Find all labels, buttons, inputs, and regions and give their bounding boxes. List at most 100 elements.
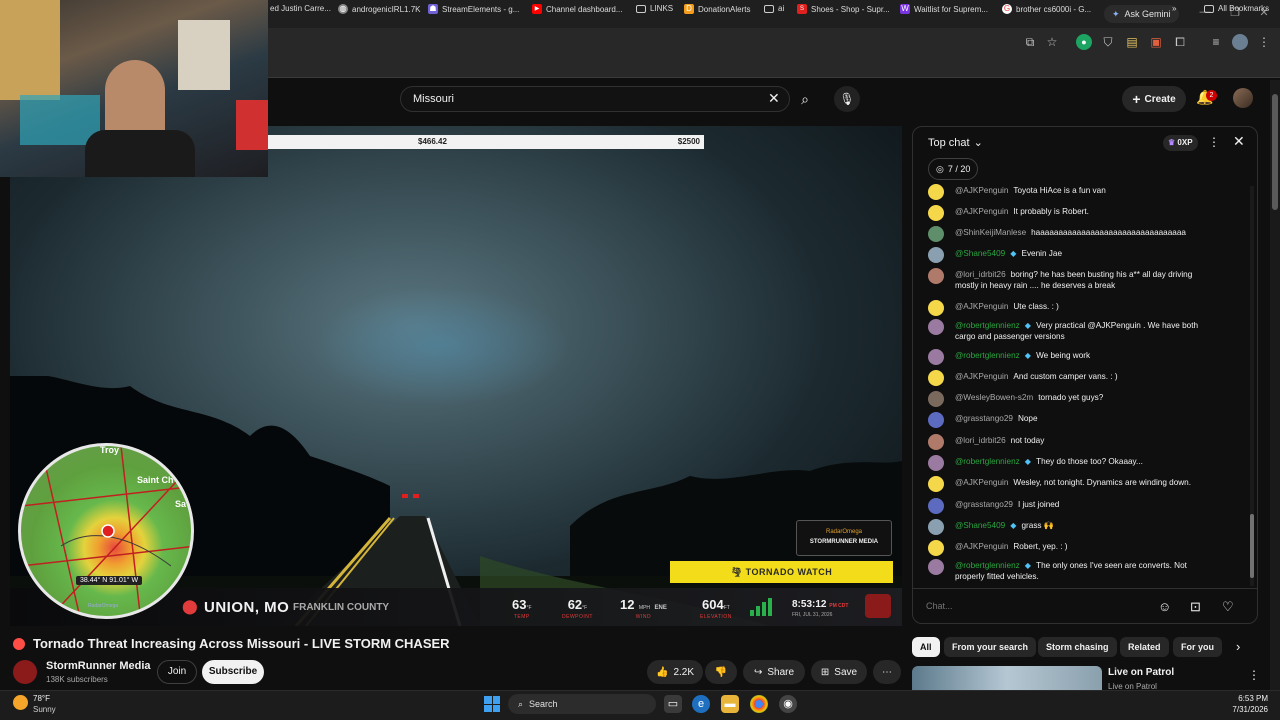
extension-shield-icon[interactable]: ⛉ [1100, 34, 1116, 50]
subscribe-button[interactable]: Subscribe [202, 660, 264, 684]
bookmark-item[interactable]: S Shoes - Shop - Supr... [797, 4, 890, 14]
sun-icon[interactable] [13, 695, 28, 710]
bookmark-star-icon[interactable]: ☆ [1044, 34, 1060, 50]
chat-author[interactable]: @robertglennienz [955, 351, 1020, 360]
chevron-right-icon[interactable]: › [1236, 639, 1240, 654]
extensions-puzzle-icon[interactable]: ⧠ [1172, 34, 1188, 50]
chat-author[interactable]: @grasstango29 [955, 414, 1013, 423]
extension-red-icon[interactable]: ▣ [1148, 34, 1164, 50]
chip-related[interactable]: Related [1120, 637, 1169, 657]
super-chat-icon[interactable]: ⊡ [1190, 599, 1201, 615]
obs-icon[interactable]: ◉ [779, 695, 797, 713]
chat-author[interactable]: @lori_idrbit26 [955, 270, 1006, 279]
chat-author-avatar[interactable] [928, 391, 944, 407]
chat-author-avatar[interactable] [928, 476, 944, 492]
chat-goal-pill[interactable]: ◎ 7 / 20 [928, 158, 979, 180]
chat-author[interactable]: @AJKPenguin [955, 186, 1008, 195]
chat-author[interactable]: @AJKPenguin [955, 302, 1008, 311]
chat-input[interactable] [926, 596, 1146, 616]
ask-gemini-button[interactable]: ✦ Ask Gemini [1104, 5, 1179, 23]
recommended-title[interactable]: Live on Patrol [1108, 667, 1174, 678]
chat-author-avatar[interactable] [928, 540, 944, 556]
extension-honey-icon[interactable]: ▤ [1124, 34, 1140, 50]
search-input[interactable]: Missouri [400, 86, 790, 112]
chat-author-avatar[interactable] [928, 559, 944, 575]
chat-author[interactable]: @robertglennienz [955, 457, 1020, 466]
chat-author[interactable]: @ShinKeijiManlese [955, 228, 1026, 237]
chat-author-avatar[interactable] [928, 247, 944, 263]
more-actions-button[interactable]: ⋯ [873, 660, 901, 684]
chat-author-avatar[interactable] [928, 455, 944, 471]
voice-search-button[interactable]: 🎙 [834, 86, 860, 112]
like-button[interactable]: 👍 2.2K [647, 660, 703, 684]
chat-author[interactable]: @AJKPenguin [955, 372, 1008, 381]
chat-author-avatar[interactable] [928, 319, 944, 335]
bookmark-item[interactable]: W Waitlist for Suprem... [900, 4, 988, 14]
bookmarks-overflow-button[interactable]: » [1172, 4, 1176, 13]
chat-author[interactable]: @robertglennienz [955, 561, 1020, 570]
chat-author-avatar[interactable] [928, 268, 944, 284]
bookmark-item[interactable]: ▶ Channel dashboard... [532, 4, 623, 14]
chip-from-your-search[interactable]: From your search [944, 637, 1037, 657]
taskbar-search[interactable]: ⌕ Search [508, 694, 656, 714]
bookmark-item[interactable]: D DonationAlerts [684, 4, 750, 14]
share-button[interactable]: ↪ Share [743, 660, 805, 684]
chat-author[interactable]: @AJKPenguin [955, 542, 1008, 551]
chat-author[interactable]: @AJKPenguin [955, 478, 1008, 487]
account-avatar[interactable] [1233, 88, 1253, 108]
chat-scroll-thumb[interactable] [1250, 514, 1254, 578]
chat-author-avatar[interactable] [928, 205, 944, 221]
emoji-icon[interactable]: ☺ [1158, 599, 1171, 614]
channel-avatar[interactable] [13, 660, 37, 684]
chip-all[interactable]: All [912, 637, 940, 657]
chip-storm-chasing[interactable]: Storm chasing [1038, 637, 1117, 657]
chat-author[interactable]: @robertglennienz [955, 321, 1020, 330]
chat-author-avatar[interactable] [928, 498, 944, 514]
recommended-thumbnail[interactable] [912, 666, 1102, 690]
bookmark-item[interactable]: Gbrother cs6000i - G... [1002, 4, 1091, 14]
chat-author[interactable]: @Shane5409 [955, 249, 1005, 258]
chat-author[interactable]: @AJKPenguin [955, 207, 1008, 216]
chat-author[interactable]: @lori_idrbit26 [955, 436, 1006, 445]
bookmark-item[interactable]: ◍ androgenicIRL1.7K [338, 4, 421, 14]
task-view-icon[interactable]: ▭ [664, 695, 682, 713]
bookmark-item[interactable]: ☗ StreamElements - g... [428, 4, 519, 14]
chat-author[interactable]: @Shane5409 [955, 521, 1005, 530]
extension-green-icon[interactable]: ● [1076, 34, 1092, 50]
dislike-button[interactable]: 👎 [705, 660, 737, 684]
profile-icon[interactable] [1232, 34, 1248, 50]
chat-author-avatar[interactable] [928, 412, 944, 428]
reading-list-icon[interactable]: ≡ [1208, 34, 1224, 50]
chip-for-you[interactable]: For you [1173, 637, 1222, 657]
edge-icon[interactable]: e [692, 695, 710, 713]
bookmark-item[interactable]: ed Justin Carre... [270, 4, 331, 13]
chat-author-avatar[interactable] [928, 434, 944, 450]
bookmark-item[interactable]: LINKS [636, 4, 673, 13]
tray-date[interactable]: 7/31/2026 [1226, 705, 1268, 714]
xp-badge[interactable]: ♛ 0XP [1163, 135, 1198, 151]
chat-mode-dropdown[interactable]: Top chat ⌄ [928, 136, 983, 150]
browser-menu-icon[interactable]: ⋮ [1256, 34, 1272, 50]
chat-author-avatar[interactable] [928, 370, 944, 386]
heart-icon[interactable]: ♡ [1222, 599, 1234, 615]
chat-close-icon[interactable]: ✕ [1233, 133, 1245, 150]
join-button[interactable]: Join [157, 660, 197, 684]
chat-author-avatar[interactable] [928, 300, 944, 316]
save-button[interactable]: ⊞ Save [811, 660, 867, 684]
chat-menu-icon[interactable]: ⋮ [1208, 135, 1220, 149]
search-button[interactable]: ⌕ [790, 86, 820, 112]
channel-name[interactable]: StormRunner Media [46, 660, 151, 672]
recommended-menu-icon[interactable]: ⋮ [1248, 668, 1260, 682]
clear-search-icon[interactable]: ✕ [768, 90, 780, 107]
taskbar-temp[interactable]: 78°F [33, 694, 50, 703]
chat-author-avatar[interactable] [928, 184, 944, 200]
page-scroll-thumb[interactable] [1272, 94, 1278, 210]
tray-time[interactable]: 6:53 PM [1238, 694, 1268, 703]
file-explorer-icon[interactable]: ▬ [721, 695, 739, 713]
chat-author-avatar[interactable] [928, 226, 944, 242]
chat-author[interactable]: @WesleyBowen-s2m [955, 393, 1033, 402]
create-button[interactable]: + Create [1122, 86, 1186, 112]
bookmark-item[interactable]: ai [764, 4, 784, 13]
cast-icon[interactable]: ⧉ [1022, 34, 1038, 50]
chat-author-avatar[interactable] [928, 519, 944, 535]
